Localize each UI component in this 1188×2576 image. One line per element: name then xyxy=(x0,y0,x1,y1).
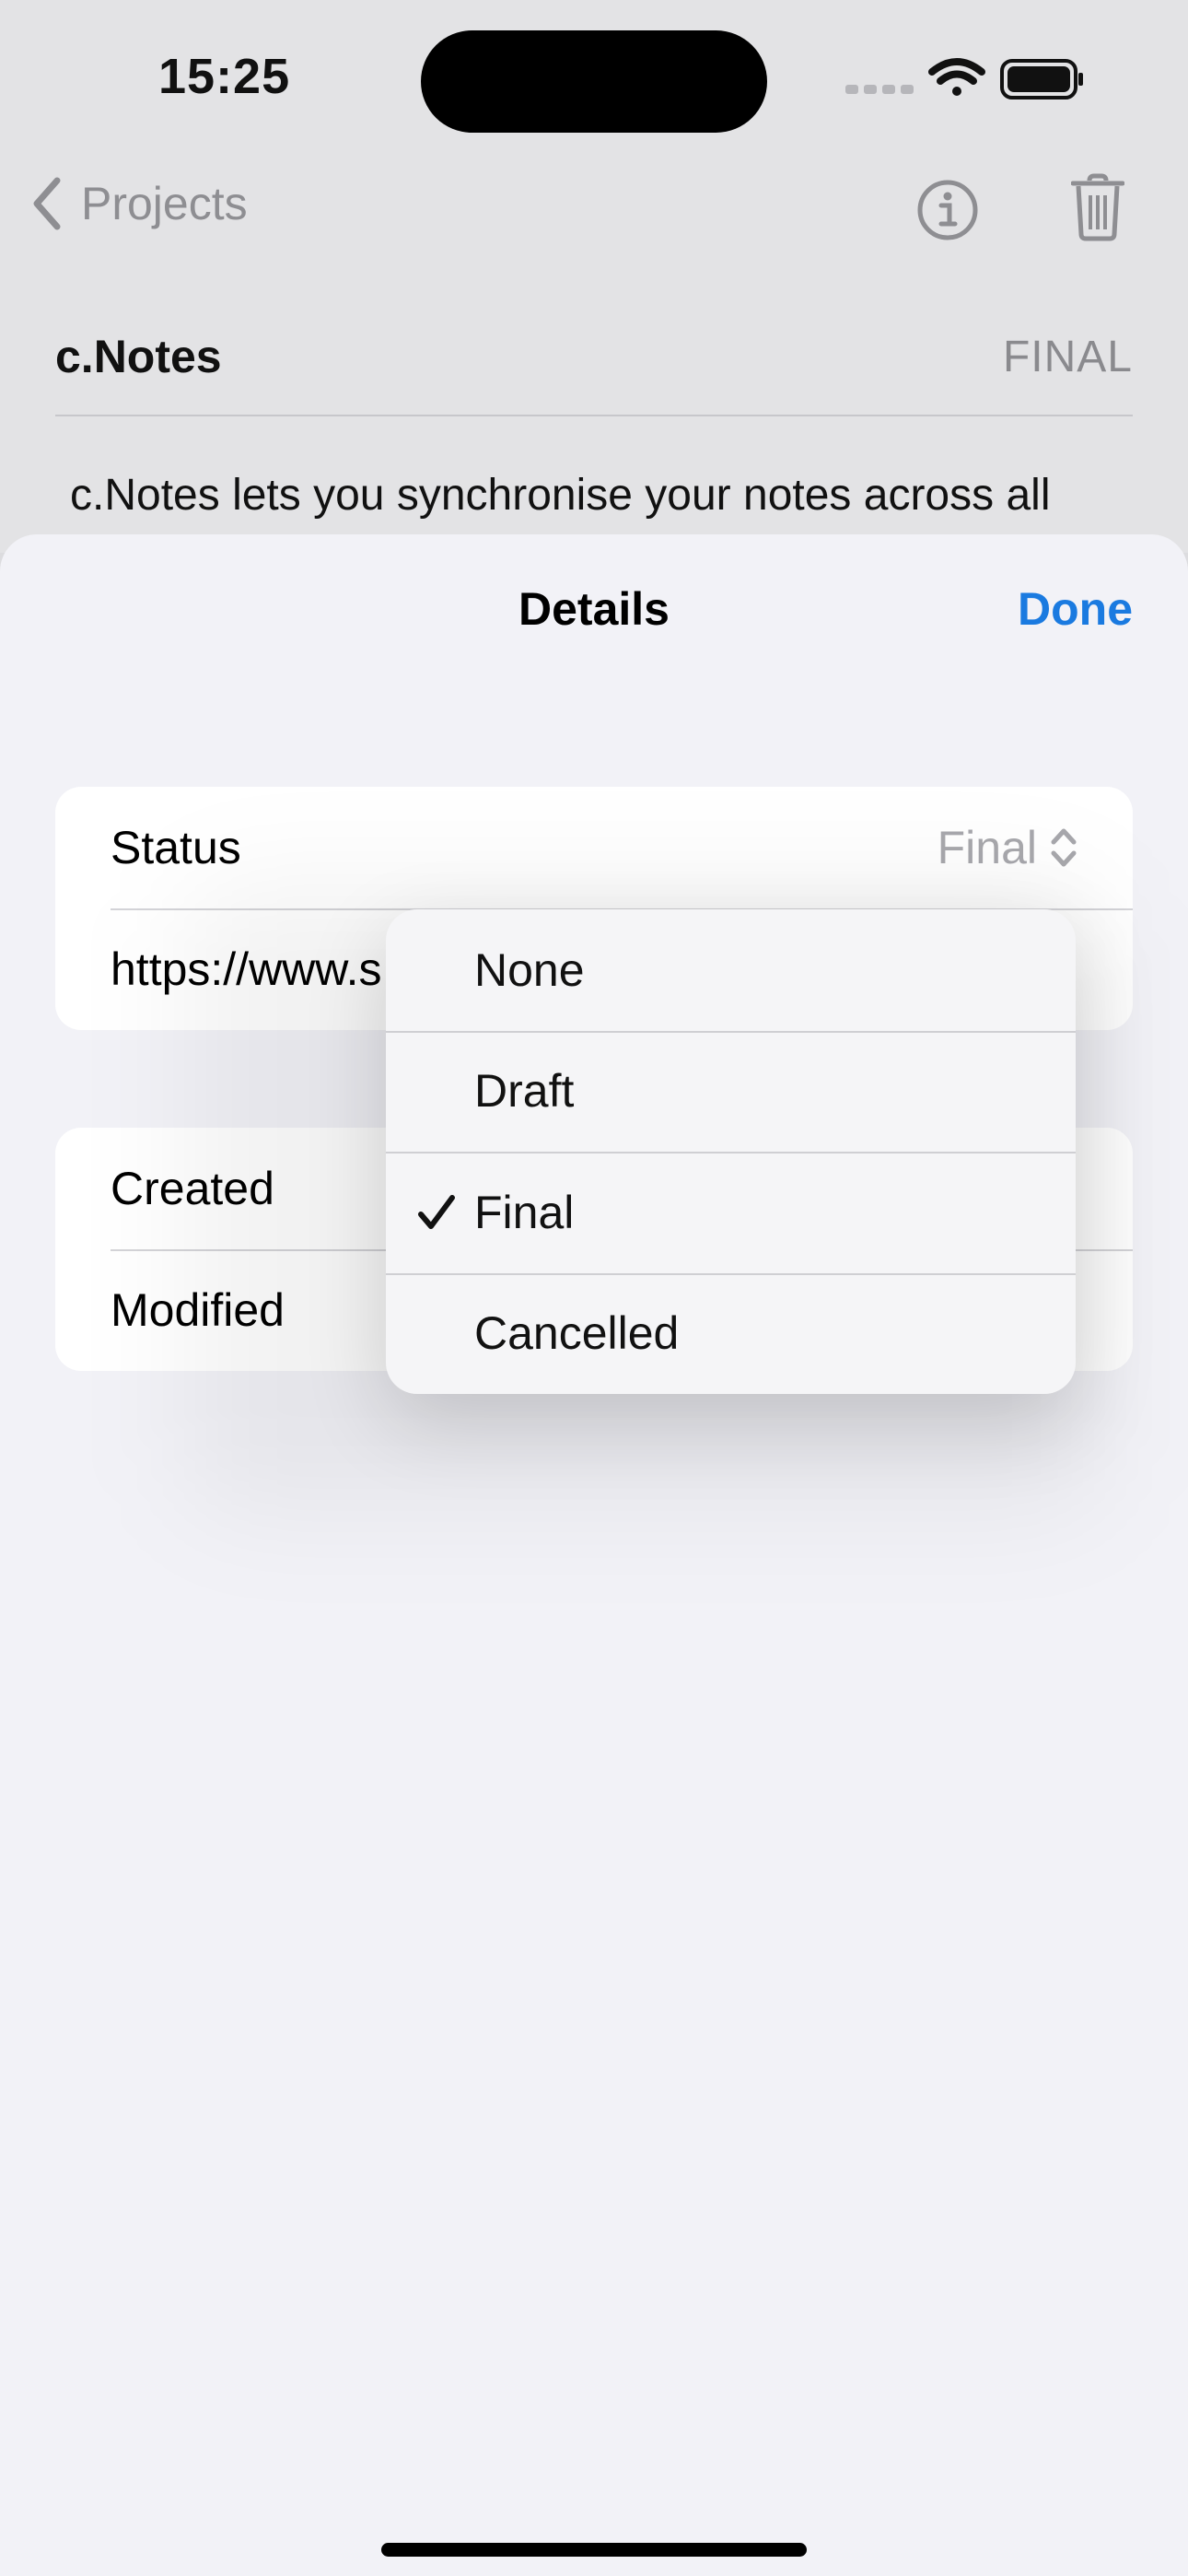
info-icon xyxy=(917,180,978,240)
menu-item-label: Cancelled xyxy=(474,1307,680,1360)
sheet-title: Details xyxy=(518,583,670,635)
project-title: c.Notes xyxy=(55,331,222,382)
info-button[interactable] xyxy=(917,180,978,240)
status-option-cancelled[interactable]: Cancelled xyxy=(386,1272,1076,1395)
trash-icon xyxy=(1070,173,1125,241)
status-bar-icons xyxy=(845,57,1085,103)
signal-icon xyxy=(845,85,914,94)
divider xyxy=(55,415,1133,416)
menu-item-label: Final xyxy=(474,1186,575,1238)
checkmark-icon xyxy=(418,1194,455,1229)
chevron-left-icon xyxy=(33,177,61,230)
wifi-icon xyxy=(928,58,985,96)
details-sheet: Details Done Status Final https://www.s … xyxy=(0,534,1188,2576)
menu-item-label: None xyxy=(474,943,585,996)
status-picker[interactable]: Final xyxy=(938,821,1077,874)
project-status: FINAL xyxy=(1002,333,1133,381)
background-page: 15:25 Projects c.Notes FINAL c.Notes let… xyxy=(0,0,1188,553)
project-description: c.Notes lets you synchronise your notes … xyxy=(70,471,1051,520)
delete-button[interactable] xyxy=(1070,173,1125,241)
chevron-up-down-icon xyxy=(1051,828,1077,867)
done-button[interactable]: Done xyxy=(1018,582,1133,636)
status-option-none[interactable]: None xyxy=(386,909,1076,1031)
menu-item-label: Draft xyxy=(474,1065,575,1118)
home-indicator xyxy=(381,2543,807,2557)
back-button-label: Projects xyxy=(81,178,248,229)
status-option-draft[interactable]: Draft xyxy=(386,1030,1076,1153)
dynamic-island xyxy=(421,30,767,133)
status-label: Status xyxy=(111,822,241,873)
status-option-final[interactable]: Final xyxy=(386,1152,1076,1273)
status-menu: None Draft Final Cancelled xyxy=(386,909,1076,1394)
battery-icon xyxy=(1000,59,1083,100)
back-button[interactable]: Projects xyxy=(31,177,248,230)
status-value: Final xyxy=(937,822,1037,873)
status-bar-time: 15:25 xyxy=(158,49,291,104)
